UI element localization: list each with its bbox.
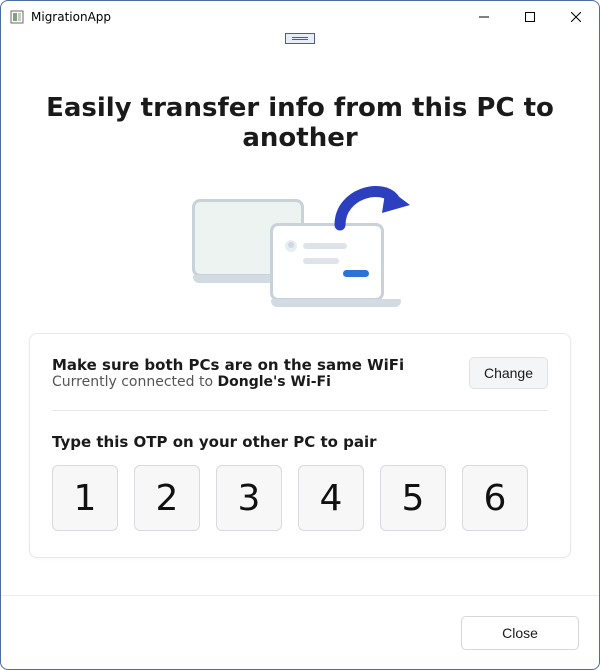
transfer-arrow-icon <box>334 181 412 239</box>
maximize-button[interactable] <box>507 1 553 33</box>
transfer-illustration <box>190 181 410 309</box>
footer: Close <box>1 595 599 669</box>
app-icon <box>9 9 25 25</box>
pairing-card: Make sure both PCs are on the same WiFi … <box>29 333 571 558</box>
wifi-heading: Make sure both PCs are on the same WiFi <box>52 356 457 374</box>
otp-digit: 4 <box>298 465 364 531</box>
otp-digit: 6 <box>462 465 528 531</box>
otp-row: 1 2 3 4 5 6 <box>52 465 548 531</box>
minimize-button[interactable] <box>461 1 507 33</box>
window-title: MigrationApp <box>31 10 461 24</box>
page-title: Easily transfer info from this PC to ano… <box>29 93 571 153</box>
otp-heading: Type this OTP on your other PC to pair <box>52 433 548 451</box>
change-wifi-button[interactable]: Change <box>469 357 548 389</box>
wifi-status: Currently connected to Dongle's Wi-Fi <box>52 374 457 390</box>
close-button[interactable]: Close <box>461 616 579 650</box>
app-window: MigrationApp Easily transfer info from t… <box>0 0 600 670</box>
otp-digit: 3 <box>216 465 282 531</box>
otp-digit: 2 <box>134 465 200 531</box>
wifi-row: Make sure both PCs are on the same WiFi … <box>52 356 548 390</box>
otp-digit: 1 <box>52 465 118 531</box>
window-controls <box>461 1 599 33</box>
close-window-button[interactable] <box>553 1 599 33</box>
otp-digit: 5 <box>380 465 446 531</box>
main-content: Easily transfer info from this PC to ano… <box>1 33 599 595</box>
title-bar[interactable]: MigrationApp <box>1 1 599 33</box>
divider <box>52 410 548 411</box>
wifi-network-name: Dongle's Wi-Fi <box>217 374 330 390</box>
tab-handle-icon <box>285 33 315 44</box>
